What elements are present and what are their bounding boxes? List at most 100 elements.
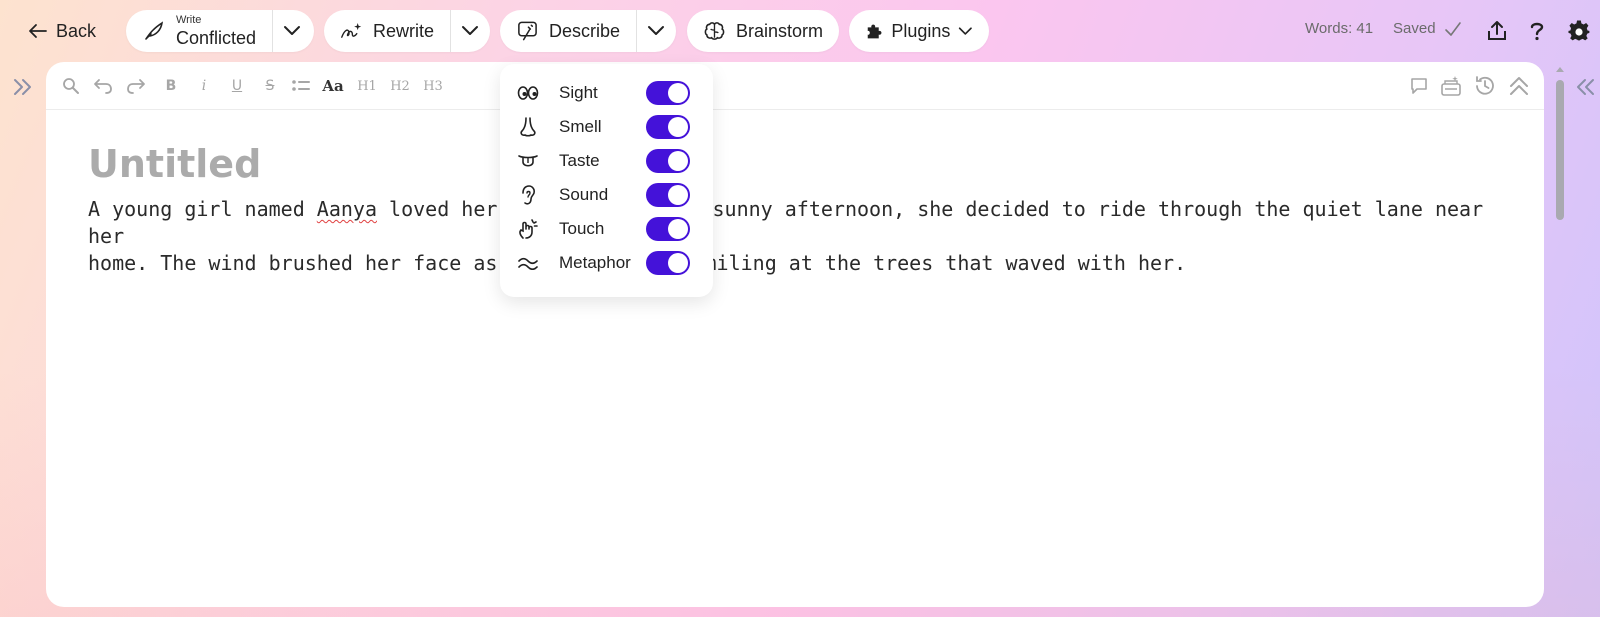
underline-button[interactable]: U <box>226 74 248 98</box>
search-icon <box>63 78 79 94</box>
double-chevron-right-icon <box>14 79 31 95</box>
sense-option-touch[interactable]: Touch <box>500 212 713 246</box>
settings-button[interactable] <box>1566 18 1592 44</box>
brainstorm-button[interactable]: Brainstorm <box>687 10 839 52</box>
text-segment: A young girl named <box>88 197 317 221</box>
font-style-button[interactable]: Aa <box>322 74 344 98</box>
sense-label: Sound <box>559 185 609 204</box>
sense-option-smell[interactable]: Smell <box>500 110 713 144</box>
redo-icon <box>127 79 145 94</box>
question-mark-icon <box>1530 22 1544 41</box>
check-icon <box>1445 22 1461 36</box>
sense-label: Touch <box>559 219 605 238</box>
misspelled-word[interactable]: Aanya <box>317 197 377 221</box>
rewrite-dropdown-button[interactable] <box>451 10 489 52</box>
sense-label: Metaphor <box>559 253 631 272</box>
write-small-label: Write <box>175 14 202 26</box>
heading1-button[interactable]: H1 <box>356 74 378 98</box>
share-upload-icon <box>1488 21 1506 40</box>
sense-option-metaphor[interactable]: Metaphor <box>500 246 713 280</box>
write-button[interactable]: Write Conflicted <box>126 10 272 52</box>
smell-toggle[interactable] <box>646 115 690 139</box>
redo-button[interactable] <box>125 74 147 98</box>
chevron-down-icon <box>284 26 300 35</box>
scrollbar-thumb[interactable] <box>1556 80 1564 220</box>
heading3-button[interactable]: H3 <box>422 74 444 98</box>
double-chevron-left-icon <box>1577 79 1594 95</box>
ear-icon <box>516 183 540 207</box>
body-line-1: A young girl named Aanya loved her o sunn… <box>88 196 1508 250</box>
waves-icon <box>516 251 540 275</box>
rewrite-button[interactable]: Rewrite <box>324 10 450 52</box>
rewrite-pill: Rewrite <box>324 10 490 52</box>
back-label: Back <box>56 20 97 41</box>
describe-label: Describe <box>548 20 620 41</box>
text-segment: smiling at the trees that waved with her… <box>680 251 1187 275</box>
plugins-button-inner[interactable]: Plugins <box>849 10 989 52</box>
back-button[interactable]: Back <box>28 17 96 45</box>
history-clock-icon <box>1476 76 1494 95</box>
comment-bubble-icon <box>1411 78 1427 94</box>
toggle-knob <box>668 151 688 171</box>
sense-option-taste[interactable]: Taste <box>500 144 713 178</box>
bullet-list-button[interactable] <box>290 74 312 98</box>
toggle-knob <box>668 219 688 239</box>
write-dropdown-button[interactable] <box>273 10 311 52</box>
document-body[interactable]: A young girl named Aanya loved her o sunn… <box>88 196 1508 277</box>
write-mode-label: Conflicted <box>175 28 256 48</box>
formatting-toolbar: B i U S Aa H1 H2 H3 <box>46 62 1544 110</box>
sense-option-sound[interactable]: Sound <box>500 178 713 212</box>
brain-icon <box>704 22 725 40</box>
document-title-placeholder[interactable]: Untitled <box>88 142 261 186</box>
word-count: Words: 41 <box>1305 20 1374 37</box>
puzzle-icon <box>867 24 882 39</box>
double-chevron-up-icon <box>1510 77 1528 95</box>
describe-dropdown-button[interactable] <box>637 10 675 52</box>
expand-left-panel-button[interactable] <box>10 76 36 98</box>
help-button[interactable] <box>1524 18 1550 44</box>
taste-toggle[interactable] <box>646 149 690 173</box>
chevron-down-icon <box>462 26 478 35</box>
strikethrough-button[interactable]: S <box>259 74 281 98</box>
nose-icon <box>516 115 540 139</box>
printer-sparkle-icon <box>1441 76 1461 96</box>
italic-button[interactable]: i <box>193 74 215 98</box>
share-button[interactable] <box>1484 18 1510 44</box>
eyes-icon <box>516 81 540 105</box>
history-button[interactable] <box>1474 74 1496 98</box>
brainstorm-button-inner[interactable]: Brainstorm <box>687 10 839 52</box>
hand-icon <box>516 217 540 241</box>
sense-label: Sight <box>559 83 598 102</box>
chevron-down-icon <box>959 26 973 35</box>
print-button[interactable] <box>1440 74 1462 98</box>
rewrite-sparkle-icon <box>341 23 362 38</box>
feather-pen-icon <box>145 21 163 40</box>
toggle-knob <box>668 185 688 205</box>
describe-senses-menu: Sight Smell Taste Sound Touch Metaphor <box>500 64 713 297</box>
find-button[interactable] <box>60 74 82 98</box>
tongue-icon <box>516 149 540 173</box>
expand-right-panel-button[interactable] <box>1572 76 1598 98</box>
touch-toggle[interactable] <box>646 217 690 241</box>
sense-option-sight[interactable]: Sight <box>500 76 713 110</box>
plugins-button[interactable]: Plugins <box>849 10 989 52</box>
describe-wand-icon <box>518 21 537 41</box>
metaphor-toggle[interactable] <box>646 251 690 275</box>
scroll-up-arrow-icon[interactable] <box>1554 64 1566 74</box>
gear-icon <box>1568 20 1590 41</box>
sound-toggle[interactable] <box>646 183 690 207</box>
undo-button[interactable] <box>92 74 114 98</box>
sight-toggle[interactable] <box>646 81 690 105</box>
comments-button[interactable] <box>1408 74 1430 98</box>
write-pill: Write Conflicted <box>126 10 314 52</box>
toggle-knob <box>668 117 688 137</box>
bold-button[interactable]: B <box>160 74 182 98</box>
body-line-2: home. The wind brushed her face as smili… <box>88 250 1508 277</box>
heading2-button[interactable]: H2 <box>389 74 411 98</box>
describe-button[interactable]: Describe <box>500 10 636 52</box>
collapse-toolbar-button[interactable] <box>1508 74 1530 98</box>
text-segment: home. The wind brushed her face as <box>88 251 498 275</box>
save-status: Saved <box>1393 20 1436 37</box>
toggle-knob <box>668 253 688 273</box>
top-bar: Back Write Conflicted Rewrite Describe B… <box>0 0 1600 62</box>
